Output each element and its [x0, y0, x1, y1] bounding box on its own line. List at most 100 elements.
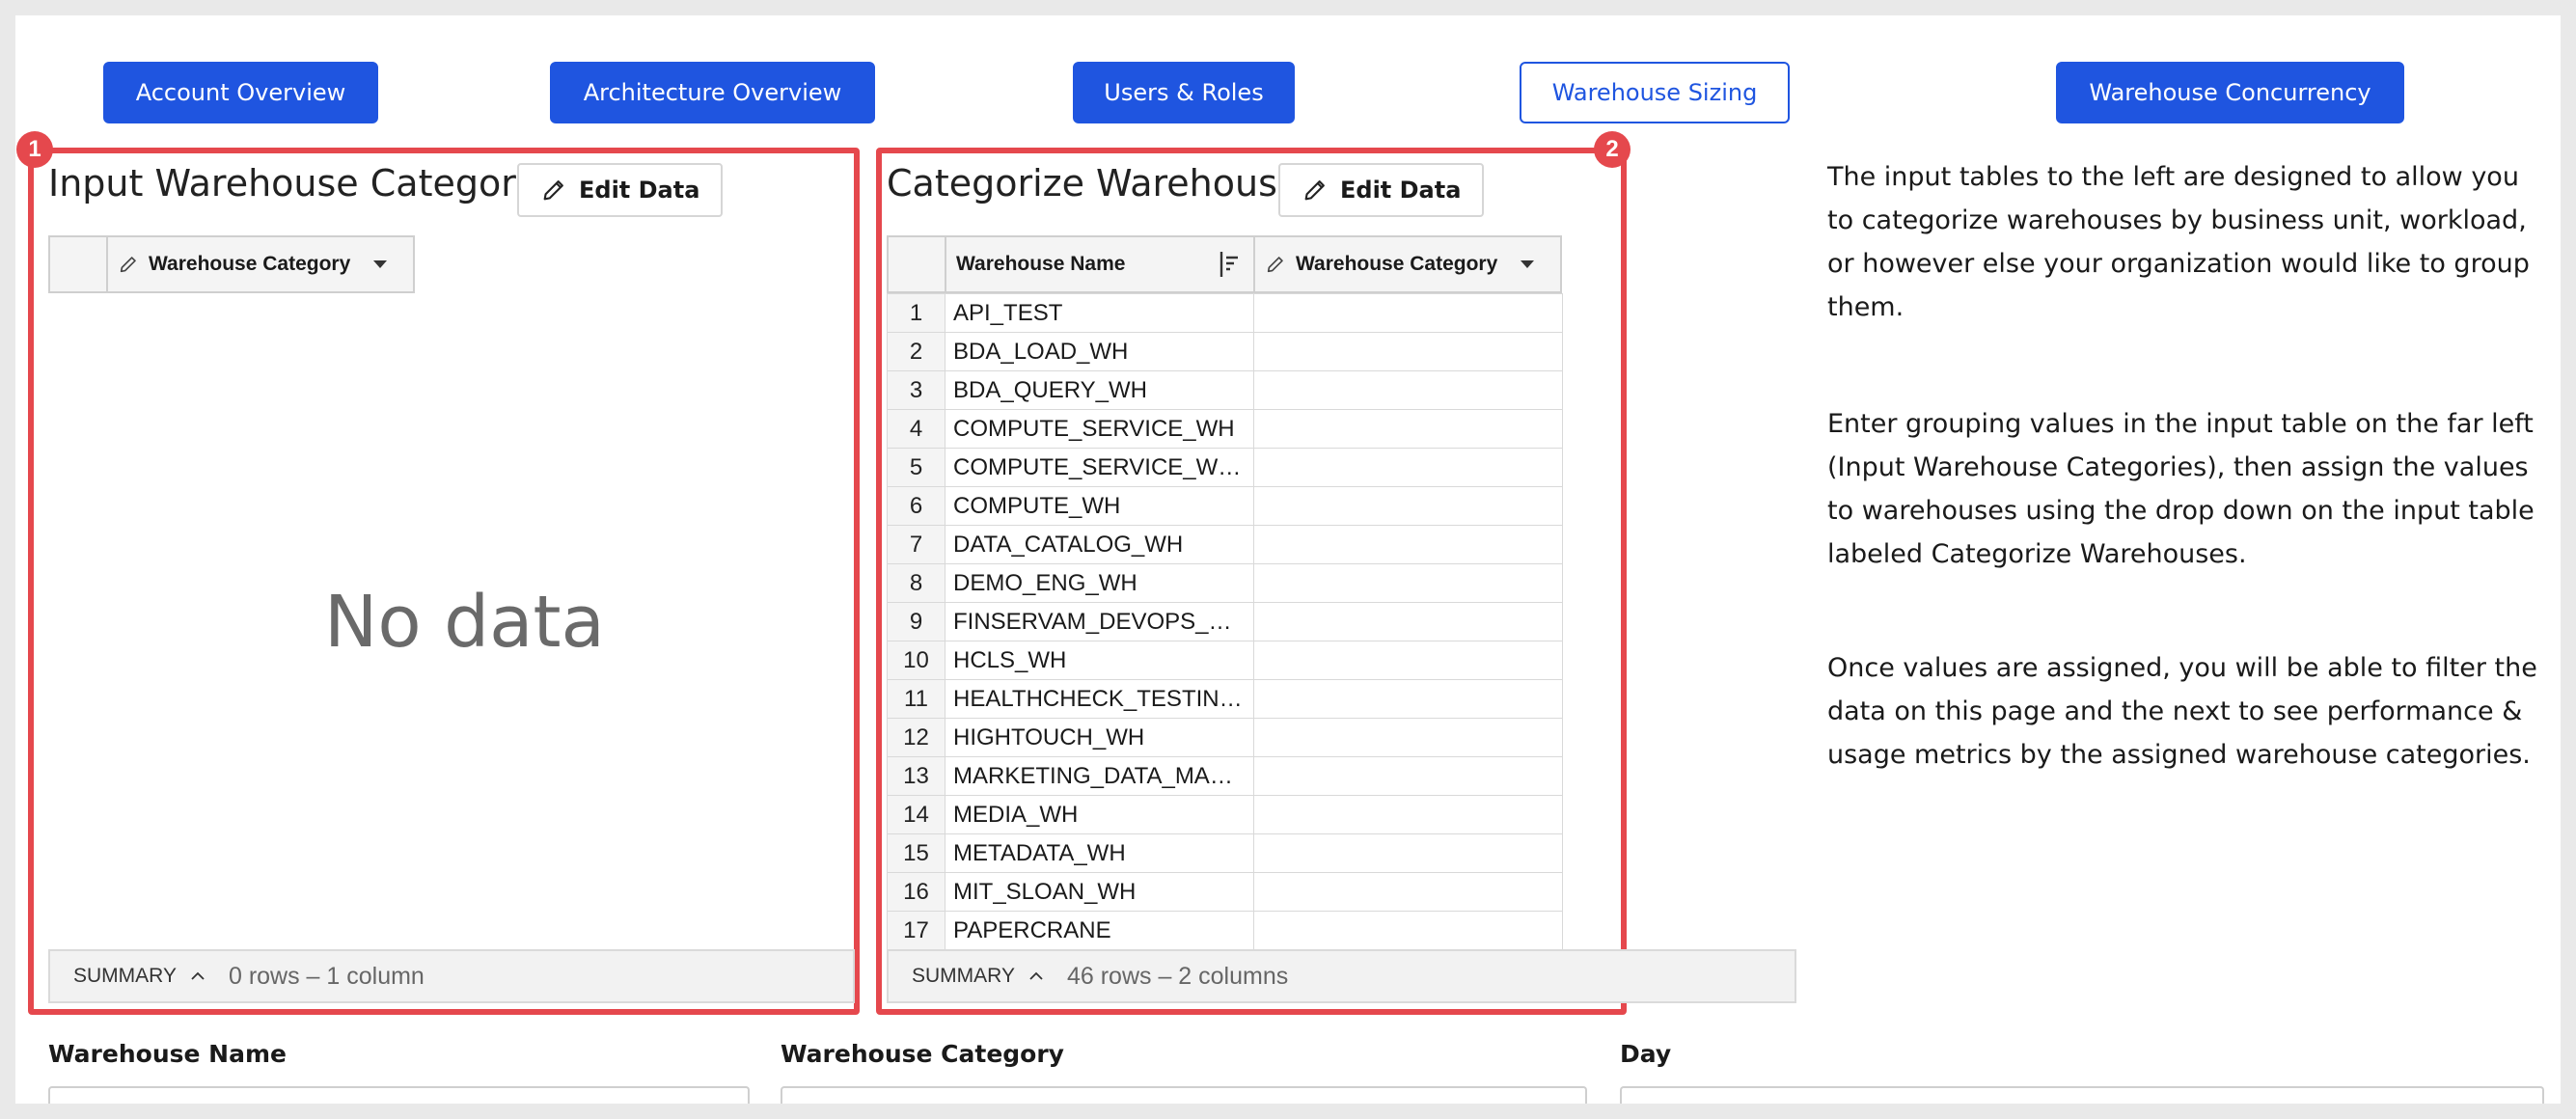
table-row[interactable]: 2 BDA_LOAD_WH: [887, 332, 1563, 371]
warehouse-category-cell[interactable]: [1253, 486, 1563, 526]
warehouse-category-cell[interactable]: [1253, 370, 1563, 410]
panel1-corner-cell: [50, 237, 108, 291]
warehouse-category-cell[interactable]: [1253, 293, 1563, 333]
warehouse-name-cell[interactable]: COMPUTE_WH: [945, 486, 1254, 526]
warehouse-name-cell[interactable]: DEMO_ENG_WH: [945, 563, 1254, 603]
nav-warehouse-sizing-button[interactable]: Warehouse Sizing: [1520, 62, 1790, 123]
warehouse-name-cell[interactable]: FINSERVAM_DEVOPS_WH: [945, 602, 1254, 641]
warehouse-name-cell[interactable]: MARKETING_DATA_MADN...: [945, 756, 1254, 796]
warehouse-name-cell[interactable]: MIT_SLOAN_WH: [945, 872, 1254, 912]
filter-label-warehouse-category: Warehouse Category: [781, 1040, 1064, 1068]
warehouse-name-cell[interactable]: BDA_LOAD_WH: [945, 332, 1254, 371]
panel2-warehouse-table: 1 API_TEST 2 BDA_LOAD_WH 3 BDA_QUERY_WH 4 COMPU…: [887, 293, 1563, 950]
warehouse-name-cell[interactable]: PAPERCRANE: [945, 911, 1254, 950]
warehouse-category-cell[interactable]: [1253, 833, 1563, 873]
row-number-cell: 8: [887, 563, 945, 603]
table-row[interactable]: 15 METADATA_WH: [887, 833, 1563, 873]
warehouse-category-cell[interactable]: [1253, 525, 1563, 564]
panel2-edit-data-button[interactable]: Edit Data: [1278, 163, 1485, 217]
row-number-cell: 3: [887, 370, 945, 410]
panel2-table-body: 1 API_TEST 2 BDA_LOAD_WH 3 BDA_QUERY_WH 4 COMPU…: [887, 293, 1563, 950]
panel2-column-header-category-label: Warehouse Category: [1296, 253, 1498, 275]
panel2-title: Categorize Warehouses: [887, 162, 1320, 205]
table-row[interactable]: 11 HEALTHCHECK_TESTING_...: [887, 679, 1563, 719]
warehouse-category-cell[interactable]: [1253, 409, 1563, 449]
table-row[interactable]: 1 API_TEST: [887, 293, 1563, 333]
warehouse-name-cell[interactable]: HEALTHCHECK_TESTING_...: [945, 679, 1254, 719]
warehouse-category-cell[interactable]: [1253, 872, 1563, 912]
panel2-column-header-warehouse-category[interactable]: Warehouse Category: [1255, 237, 1560, 291]
table-row[interactable]: 9 FINSERVAM_DEVOPS_WH: [887, 602, 1563, 641]
caret-down-icon[interactable]: [373, 260, 388, 268]
row-number-cell: 7: [887, 525, 945, 564]
filter-warehouse-name-input[interactable]: [48, 1086, 750, 1104]
warehouse-category-cell[interactable]: [1253, 641, 1563, 680]
panel2-summary-count: 46 rows – 2 columns: [1066, 962, 1289, 990]
panel2-badge: 2: [1594, 131, 1631, 168]
row-number-cell: 16: [887, 872, 945, 912]
filter-label-day: Day: [1620, 1040, 1672, 1068]
panel2-summary-label: SUMMARY: [912, 965, 1015, 987]
warehouse-name-cell[interactable]: COMPUTE_SERVICE_WH: [945, 409, 1254, 449]
warehouse-category-cell[interactable]: [1253, 795, 1563, 834]
panel1-empty-state: No data: [324, 581, 605, 664]
warehouse-category-cell[interactable]: [1253, 448, 1563, 487]
warehouse-category-cell[interactable]: [1253, 332, 1563, 371]
warehouse-category-cell[interactable]: [1253, 679, 1563, 719]
panel1-edit-data-label: Edit Data: [579, 177, 700, 204]
filter-day-input[interactable]: [1620, 1086, 2544, 1104]
panel2-summary-bar[interactable]: SUMMARY 46 rows – 2 columns: [887, 949, 1796, 1003]
chevron-up-icon[interactable]: [190, 969, 206, 984]
warehouse-category-cell[interactable]: [1253, 756, 1563, 796]
table-row[interactable]: 4 COMPUTE_SERVICE_WH: [887, 409, 1563, 449]
panel1-summary-label: SUMMARY: [73, 965, 177, 987]
panel2-table-header: Warehouse Name Warehouse Category: [887, 235, 1562, 293]
row-number-cell: 6: [887, 486, 945, 526]
warehouse-name-cell[interactable]: METADATA_WH: [945, 833, 1254, 873]
panel1-column-header-warehouse-category[interactable]: Warehouse Category: [108, 237, 413, 291]
warehouse-name-cell[interactable]: API_TEST: [945, 293, 1254, 333]
panel2-column-header-warehouse-name[interactable]: Warehouse Name: [946, 237, 1255, 291]
row-number-cell: 5: [887, 448, 945, 487]
row-number-cell: 13: [887, 756, 945, 796]
row-number-cell: 4: [887, 409, 945, 449]
panel1-summary-bar[interactable]: SUMMARY 0 rows – 1 column: [48, 949, 855, 1003]
warehouse-category-cell[interactable]: [1253, 718, 1563, 757]
warehouse-category-cell[interactable]: [1253, 911, 1563, 950]
caret-down-icon[interactable]: [1521, 260, 1535, 268]
table-row[interactable]: 16 MIT_SLOAN_WH: [887, 872, 1563, 912]
panel2-corner-cell: [889, 237, 946, 291]
sort-icon[interactable]: [1219, 250, 1244, 279]
table-row[interactable]: 3 BDA_QUERY_WH: [887, 370, 1563, 410]
warehouse-name-cell[interactable]: MEDIA_WH: [945, 795, 1254, 834]
table-row[interactable]: 6 COMPUTE_WH: [887, 486, 1563, 526]
table-row[interactable]: 7 DATA_CATALOG_WH: [887, 525, 1563, 564]
description-paragraph-1: The input tables to the left are designe…: [1827, 162, 2530, 322]
warehouse-name-cell[interactable]: DATA_CATALOG_WH: [945, 525, 1254, 564]
panel1-summary-count: 0 rows – 1 column: [228, 962, 425, 990]
table-row[interactable]: 8 DEMO_ENG_WH: [887, 563, 1563, 603]
table-row[interactable]: 17 PAPERCRANE: [887, 911, 1563, 950]
nav-warehouse-concurrency-button[interactable]: Warehouse Concurrency: [2056, 62, 2404, 123]
nav-architecture-overview-button[interactable]: Architecture Overview: [550, 62, 875, 123]
warehouse-category-cell[interactable]: [1253, 602, 1563, 641]
row-number-cell: 2: [887, 332, 945, 371]
panel1-edit-data-button[interactable]: Edit Data: [517, 163, 724, 217]
nav-users-roles-button[interactable]: Users & Roles: [1073, 62, 1295, 123]
warehouse-name-cell[interactable]: BDA_QUERY_WH: [945, 370, 1254, 410]
chevron-up-icon[interactable]: [1028, 969, 1044, 984]
filter-warehouse-category-input[interactable]: [781, 1086, 1587, 1104]
table-row[interactable]: 5 COMPUTE_SERVICE_WH_...: [887, 448, 1563, 487]
table-row[interactable]: 12 HIGHTOUCH_WH: [887, 718, 1563, 757]
warehouse-name-cell[interactable]: COMPUTE_SERVICE_WH_...: [945, 448, 1254, 487]
pencil-icon: [1304, 180, 1325, 201]
row-number-cell: 10: [887, 641, 945, 680]
nav-account-overview-button[interactable]: Account Overview: [103, 62, 378, 123]
table-row[interactable]: 14 MEDIA_WH: [887, 795, 1563, 834]
warehouse-category-cell[interactable]: [1253, 563, 1563, 603]
warehouse-name-cell[interactable]: HCLS_WH: [945, 641, 1254, 680]
table-row[interactable]: 10 HCLS_WH: [887, 641, 1563, 680]
table-row[interactable]: 13 MARKETING_DATA_MADN...: [887, 756, 1563, 796]
description-paragraph-2: Enter grouping values in the input table…: [1827, 409, 2535, 569]
warehouse-name-cell[interactable]: HIGHTOUCH_WH: [945, 718, 1254, 757]
